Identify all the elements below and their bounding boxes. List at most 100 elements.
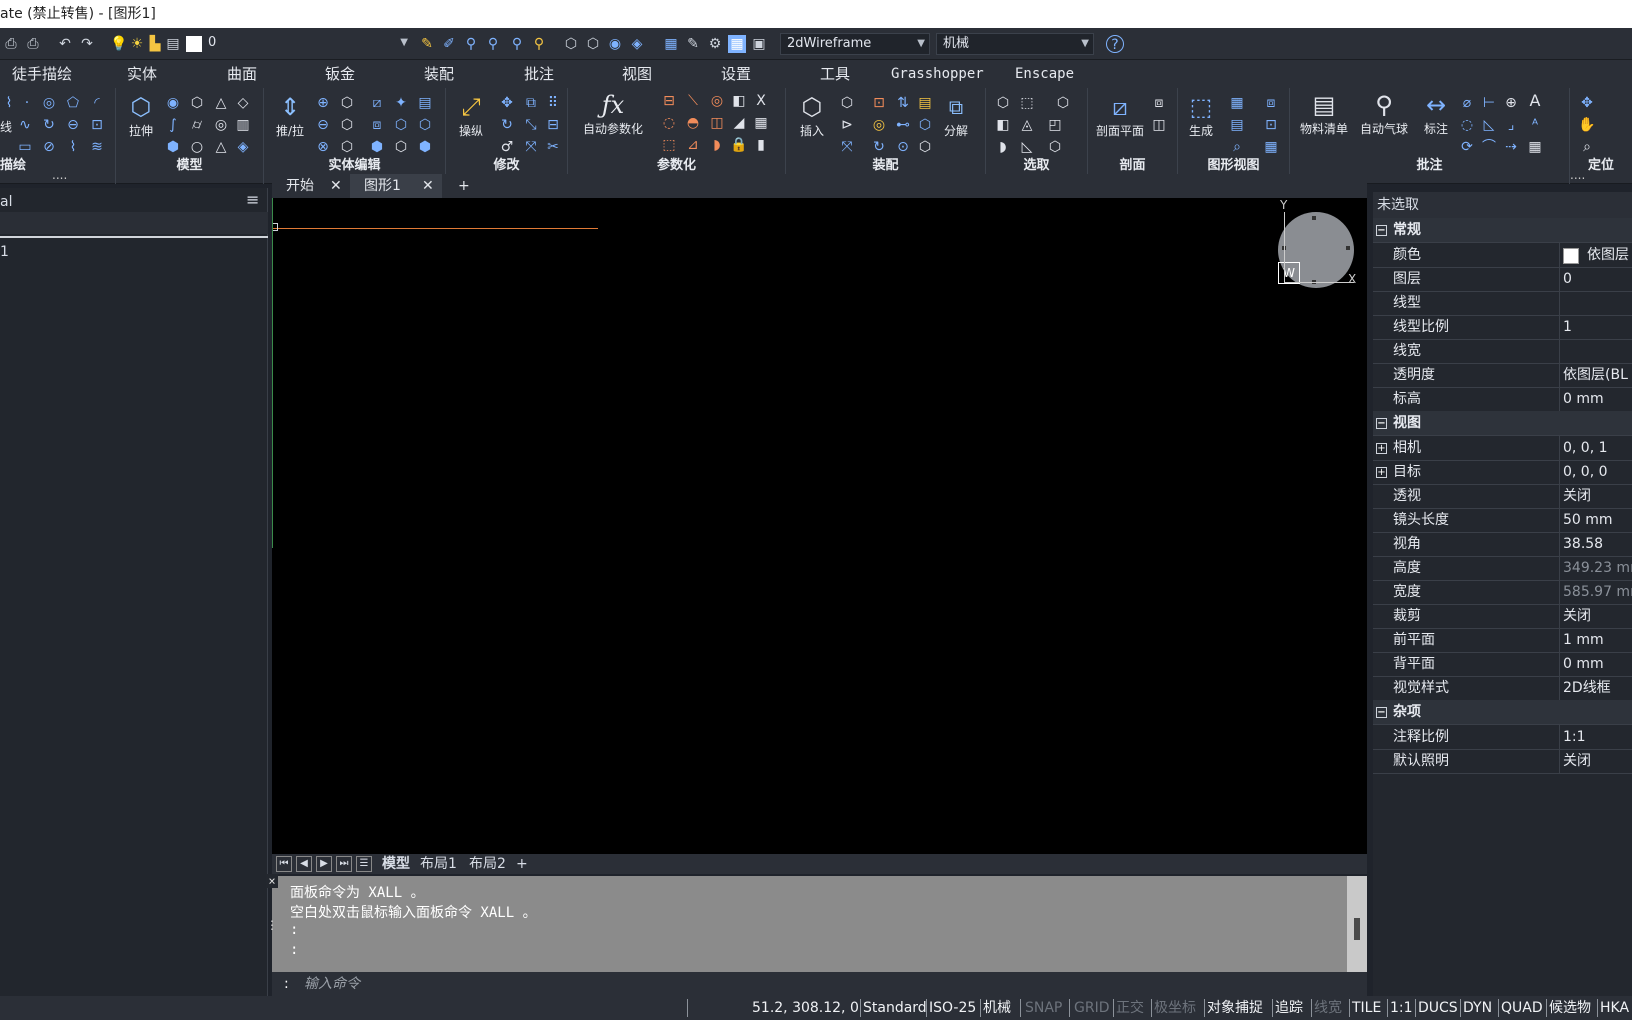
ribbon-tab-view[interactable]: 视图 xyxy=(622,60,652,88)
workspace-select[interactable]: 机械 ▼ xyxy=(936,33,1094,55)
diameter-icon[interactable]: ⌀ xyxy=(1458,94,1476,112)
rectangle-icon[interactable]: ▭ xyxy=(16,138,34,156)
multileader-icon[interactable]: ⇢ xyxy=(1502,138,1520,156)
property-row[interactable]: 颜色 依图层 xyxy=(1373,243,1632,268)
solid-icon[interactable]: ⬢ xyxy=(164,138,182,156)
draw-arc-icon[interactable]: ⊘ xyxy=(40,138,58,156)
command-input[interactable]: 输入命令 xyxy=(304,972,360,996)
property-row[interactable]: 宽度 585.97 mm xyxy=(1373,580,1632,605)
linear-dim-icon[interactable]: ⊢ xyxy=(1480,94,1498,112)
copy-faces-icon[interactable]: ▤ xyxy=(416,94,434,112)
torus-icon[interactable]: ◎ xyxy=(212,116,230,134)
status-dim-style[interactable]: ISO-25 xyxy=(929,996,976,1020)
status-tile-toggle[interactable]: TILE xyxy=(1352,996,1381,1020)
explode3d-icon[interactable]: ✂ xyxy=(544,138,562,156)
properties-icon[interactable]: ▦ xyxy=(662,35,680,53)
menu-icon[interactable]: ≡ xyxy=(246,190,259,209)
thicken-icon[interactable]: ⧈ xyxy=(368,116,386,134)
rotate3d-icon[interactable]: ↻ xyxy=(498,116,516,134)
line-button[interactable]: 线 xyxy=(0,118,12,135)
ellipse-icon[interactable]: ⊖ xyxy=(64,116,82,134)
radius-icon[interactable]: ◌ xyxy=(1458,116,1476,134)
status-hka-toggle[interactable]: HKA xyxy=(1600,996,1629,1020)
select-3d-icon[interactable]: ⬡ xyxy=(1054,94,1072,112)
property-row[interactable]: 图层 0 xyxy=(1373,267,1632,292)
line-icon[interactable]: ⌇ xyxy=(0,94,18,112)
sweep-icon[interactable]: ∫ xyxy=(164,116,182,134)
layout-tab-1[interactable]: 布局1 xyxy=(420,854,457,874)
auto-parametric-button[interactable]: ƒx 自动参数化 xyxy=(578,90,648,137)
coincident-icon[interactable]: ⟍ xyxy=(684,92,702,110)
cube2-icon[interactable]: ⬡ xyxy=(584,35,602,53)
first-layout-icon[interactable]: ⏮ xyxy=(276,856,292,872)
dimension-button[interactable]: ↔ 标注 xyxy=(1416,90,1456,137)
select-all-icon[interactable]: ⬡ xyxy=(1046,138,1064,156)
offset-face-icon[interactable]: ⬡ xyxy=(416,116,434,134)
visual-style-select[interactable]: 2dWireframe ▼ xyxy=(780,33,930,55)
table-icon[interactable]: ▦ xyxy=(752,114,770,132)
next-layout-icon[interactable]: ▶ xyxy=(316,856,332,872)
property-row[interactable]: 视角 38.58 xyxy=(1373,532,1632,557)
imprint-icon[interactable]: ✦ xyxy=(392,94,410,112)
ordinate-icon[interactable]: ⟳ xyxy=(1458,138,1476,156)
box-icon[interactable]: ⬡ xyxy=(188,94,206,112)
property-value[interactable]: 0 mm xyxy=(1563,652,1632,677)
tangent-icon[interactable]: ◌ xyxy=(660,114,678,132)
ribbon-tab-enscape[interactable]: Enscape xyxy=(1015,60,1074,88)
arrange-icon[interactable]: ⊳ xyxy=(838,116,856,134)
detail-view-icon[interactable]: ▤ xyxy=(1228,116,1246,134)
layout-tab-2[interactable]: 布局2 xyxy=(469,854,506,874)
select-face-icon[interactable]: ◧ xyxy=(994,116,1012,134)
property-row[interactable]: 镜头长度 50 mm xyxy=(1373,508,1632,533)
scroll-thumb[interactable] xyxy=(1354,918,1360,940)
property-value[interactable]: 关闭 xyxy=(1563,604,1632,629)
section-view-icon[interactable]: ⧈ xyxy=(1262,94,1280,112)
layer-color-swatch[interactable] xyxy=(186,36,202,52)
status-track-toggle[interactable]: 追踪 xyxy=(1275,996,1303,1020)
property-value[interactable]: 0 xyxy=(1563,267,1632,292)
property-value[interactable]: 349.23 mm xyxy=(1563,556,1632,581)
more-dots[interactable]: .... xyxy=(52,168,67,182)
drawing-canvas[interactable]: W Y X xyxy=(272,198,1367,854)
expand-icon[interactable]: + xyxy=(1376,467,1387,478)
separate-icon[interactable]: ⬡ xyxy=(392,116,410,134)
arc-length-icon[interactable]: ⌒ xyxy=(1480,138,1498,156)
property-value[interactable]: 依图层 xyxy=(1587,243,1632,268)
layer-walk-icon[interactable]: ⚲ xyxy=(484,35,502,53)
status-ducs-toggle[interactable]: DUCS xyxy=(1418,996,1458,1020)
property-row[interactable]: 线型 xyxy=(1373,291,1632,316)
mirror-icon[interactable]: ♂ xyxy=(498,138,516,156)
add-layout-button[interactable]: + xyxy=(516,854,528,874)
leader-icon[interactable]: ⌟ xyxy=(1502,116,1520,134)
horizontal-constraint-icon[interactable]: ⊟ xyxy=(660,92,678,110)
extrude-button[interactable]: ⬡ 拉伸 xyxy=(124,92,158,139)
more-dots[interactable]: .... xyxy=(1570,168,1585,182)
property-row[interactable]: + 相机 0, 0, 1 xyxy=(1373,436,1632,461)
property-value[interactable]: 依图层(BL xyxy=(1563,363,1632,388)
section-add-icon[interactable]: ⧈ xyxy=(1150,94,1168,112)
loft-icon[interactable]: ▥ xyxy=(234,116,252,134)
rotate-icon[interactable]: ↻ xyxy=(40,116,58,134)
property-row[interactable]: 前平面 1 mm xyxy=(1373,628,1632,653)
new-tab-button[interactable]: + xyxy=(444,174,474,198)
cube-icon[interactable]: ⬡ xyxy=(562,35,580,53)
trim-icon[interactable]: ⌇ xyxy=(64,138,82,156)
property-row[interactable]: 标高 0 mm xyxy=(1373,387,1632,412)
view-search-icon[interactable]: ⌕ xyxy=(1228,138,1246,156)
bom-button[interactable]: ▤ 物料清单 xyxy=(1296,90,1352,137)
layout-tab-model[interactable]: 模型 xyxy=(382,854,410,874)
cone-icon[interactable]: △ xyxy=(212,94,230,112)
rigid-icon[interactable]: ◗ xyxy=(708,136,726,154)
property-value[interactable]: 38.58 xyxy=(1563,532,1632,557)
select-loop-icon[interactable]: ◰ xyxy=(1046,116,1064,134)
layout-list-icon[interactable]: ☰ xyxy=(356,856,372,872)
explode-button[interactable]: ⧉ 分解 xyxy=(936,92,976,139)
property-value[interactable]: 关闭 xyxy=(1563,749,1632,774)
arc-icon[interactable]: ◜ xyxy=(88,94,106,112)
view-icon[interactable]: ◉ xyxy=(606,35,624,53)
shell-icon[interactable]: ◈ xyxy=(234,138,252,156)
command-input-bar[interactable]: : 输入命令 xyxy=(272,972,1367,996)
layer-brush-icon[interactable]: ✎ xyxy=(418,35,436,53)
expand-icon[interactable]: + xyxy=(1376,443,1387,454)
interfere-icon[interactable]: ⬢ xyxy=(368,138,386,156)
